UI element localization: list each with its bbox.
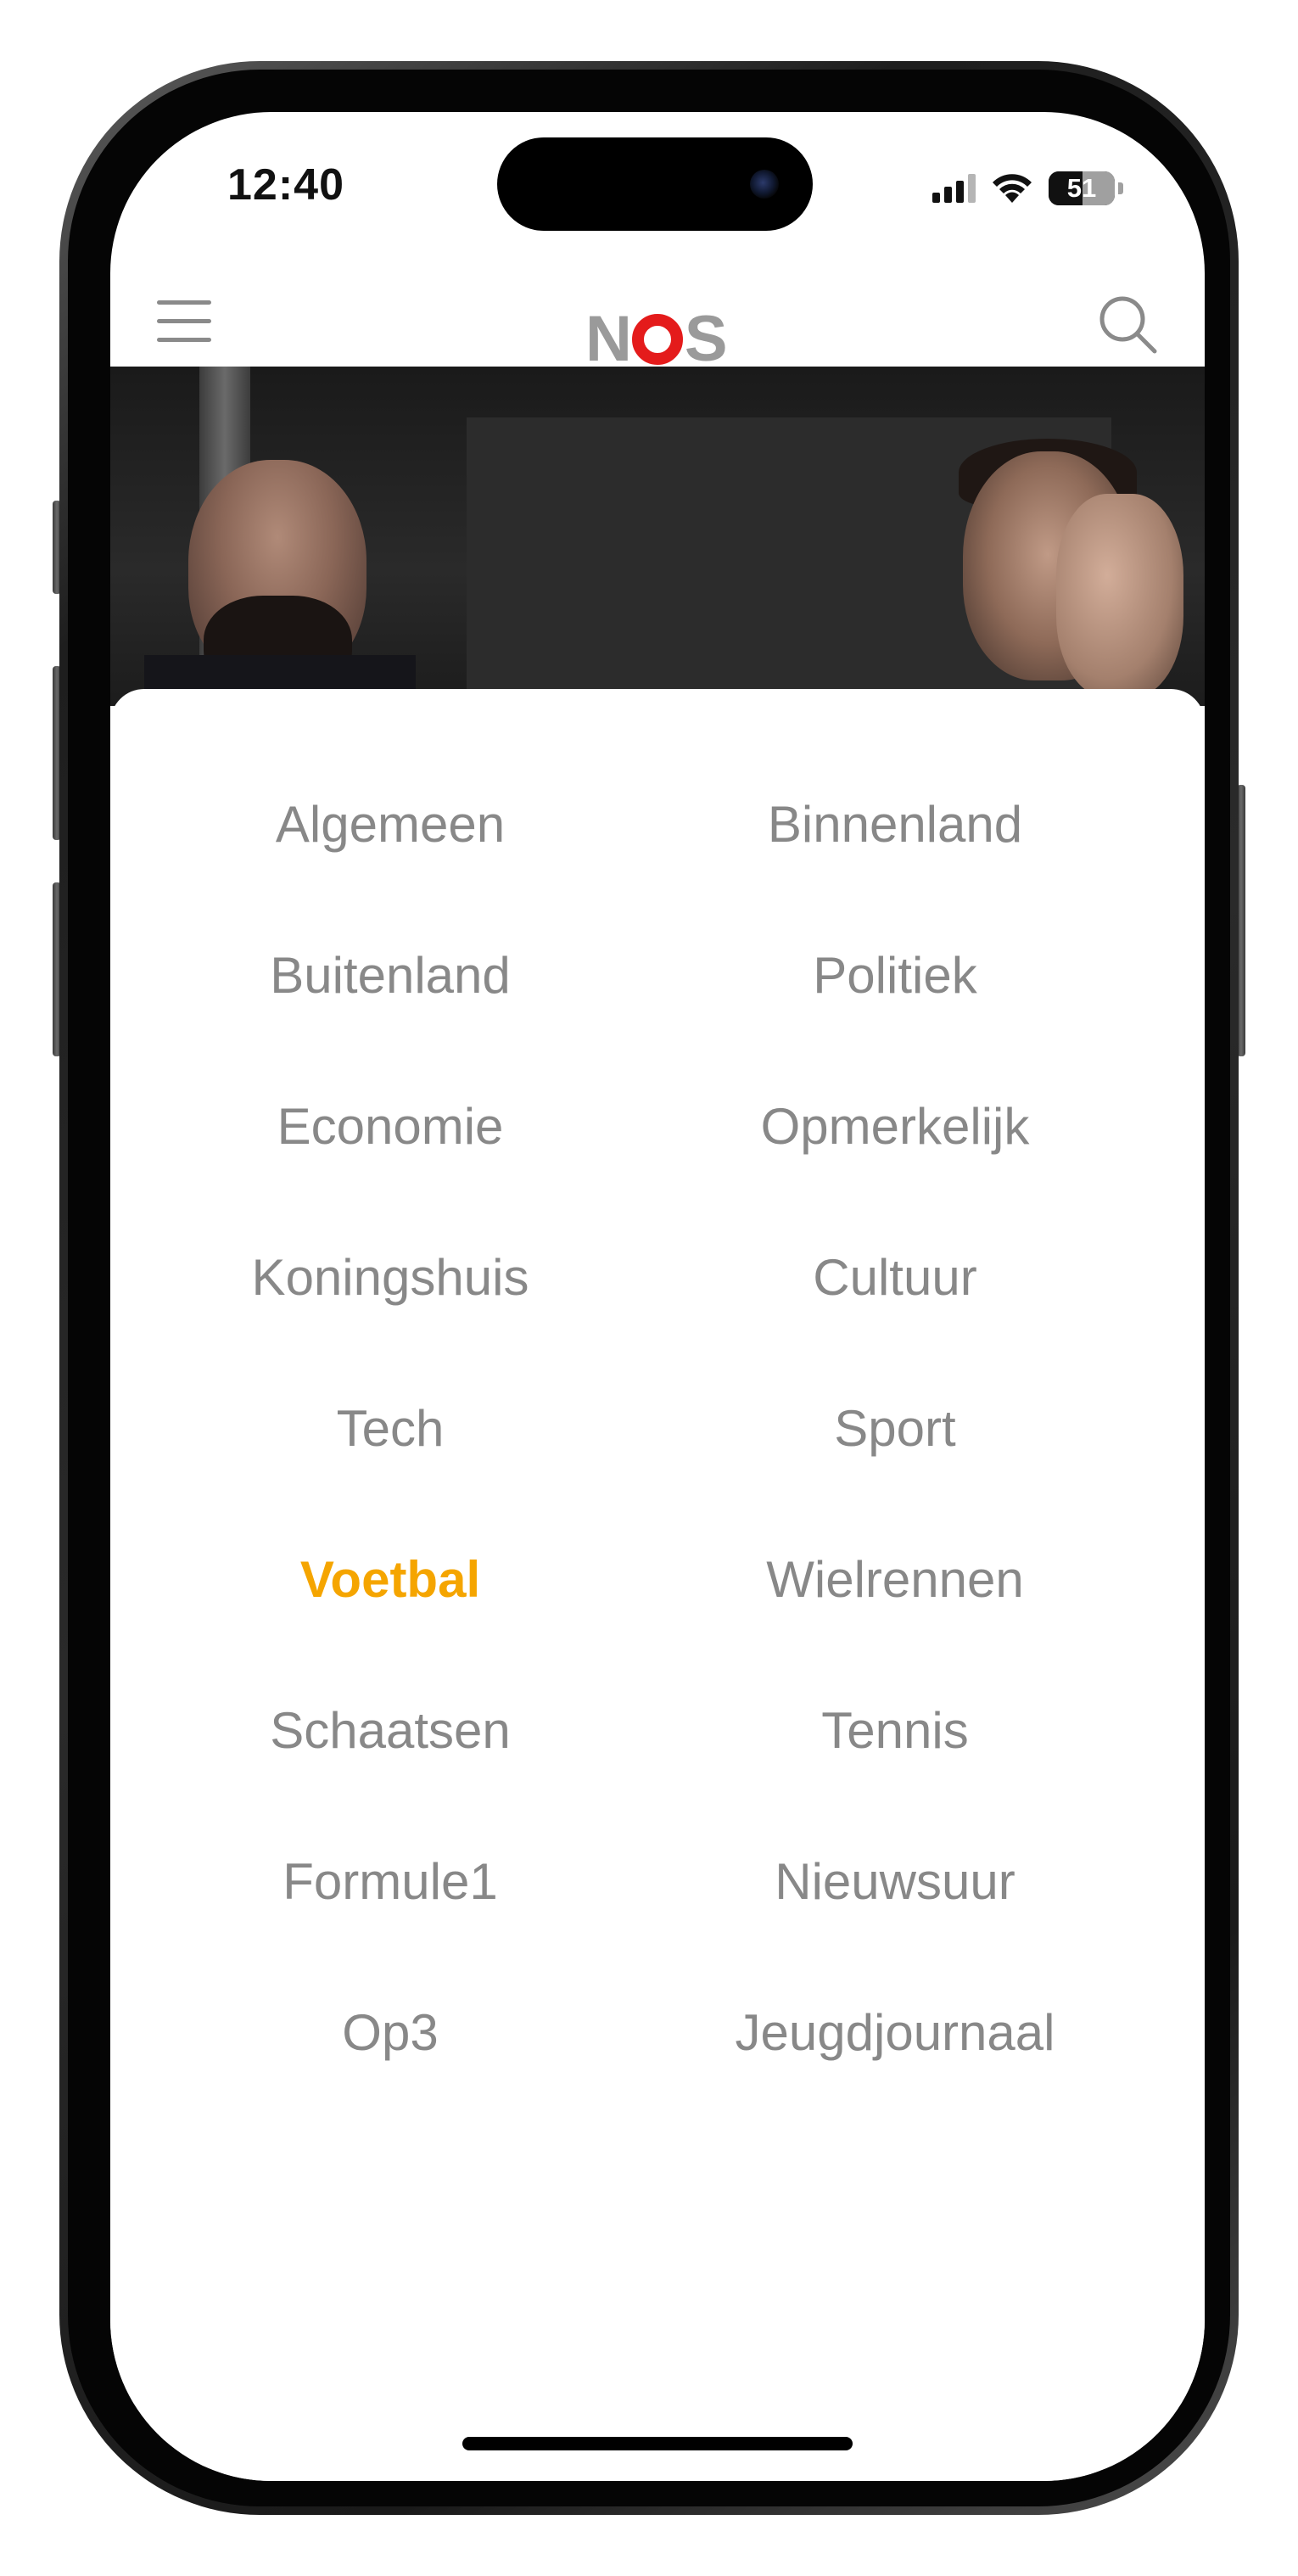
nos-logo[interactable]: N S bbox=[585, 303, 728, 375]
cellular-signal-icon bbox=[932, 174, 976, 203]
phone-frame: 12:40 51 N S Algemeen Binnenland Buitenl… bbox=[59, 61, 1239, 2515]
menu-item-voetbal[interactable]: Voetbal bbox=[136, 1504, 645, 1655]
menu-item-koningshuis[interactable]: Koningshuis bbox=[136, 1201, 645, 1352]
home-indicator[interactable] bbox=[462, 2437, 853, 2450]
menu-item-nieuwsuur[interactable]: Nieuwsuur bbox=[645, 1806, 1145, 1957]
menu-item-wielrennen[interactable]: Wielrennen bbox=[645, 1504, 1145, 1655]
logo-letter-s: S bbox=[684, 303, 728, 375]
category-grid: Algemeen Binnenland Buitenland Politiek … bbox=[110, 748, 1205, 2108]
logo-letter-n: N bbox=[585, 303, 632, 375]
menu-item-opmerkelijk[interactable]: Opmerkelijk bbox=[645, 1050, 1145, 1201]
status-time: 12:40 bbox=[227, 160, 344, 210]
menu-item-formule1[interactable]: Formule1 bbox=[136, 1806, 645, 1957]
menu-item-buitenland[interactable]: Buitenland bbox=[136, 899, 645, 1050]
menu-item-economie[interactable]: Economie bbox=[136, 1050, 645, 1201]
menu-item-jeugdjournaal[interactable]: Jeugdjournaal bbox=[645, 1957, 1145, 2108]
search-icon[interactable] bbox=[1095, 292, 1158, 355]
wifi-icon bbox=[993, 174, 1032, 203]
app-header: N S bbox=[110, 265, 1205, 372]
battery-icon: 51 bbox=[1049, 171, 1115, 205]
menu-item-tennis[interactable]: Tennis bbox=[645, 1655, 1145, 1806]
phone-bezel: 12:40 51 N S Algemeen Binnenland Buitenl… bbox=[68, 70, 1230, 2506]
logo-red-circle bbox=[631, 314, 683, 365]
menu-item-politiek[interactable]: Politiek bbox=[645, 899, 1145, 1050]
status-icons: 51 bbox=[932, 171, 1123, 205]
menu-item-algemeen[interactable]: Algemeen bbox=[136, 748, 645, 899]
hero-image[interactable] bbox=[110, 367, 1205, 706]
front-camera-icon bbox=[750, 170, 779, 199]
menu-item-op3[interactable]: Op3 bbox=[136, 1957, 645, 2108]
battery-level: 51 bbox=[1066, 173, 1097, 203]
phone-screen: 12:40 51 N S Algemeen Binnenland Buitenl… bbox=[110, 112, 1205, 2481]
battery-tip bbox=[1118, 182, 1123, 194]
menu-item-schaatsen[interactable]: Schaatsen bbox=[136, 1655, 645, 1806]
menu-item-binnenland[interactable]: Binnenland bbox=[645, 748, 1145, 899]
category-menu-sheet: Algemeen Binnenland Buitenland Politiek … bbox=[110, 689, 1205, 2481]
menu-item-sport[interactable]: Sport bbox=[645, 1352, 1145, 1504]
menu-item-cultuur[interactable]: Cultuur bbox=[645, 1201, 1145, 1352]
dynamic-island bbox=[497, 137, 813, 231]
hamburger-menu-icon[interactable] bbox=[157, 300, 211, 344]
menu-item-tech[interactable]: Tech bbox=[136, 1352, 645, 1504]
